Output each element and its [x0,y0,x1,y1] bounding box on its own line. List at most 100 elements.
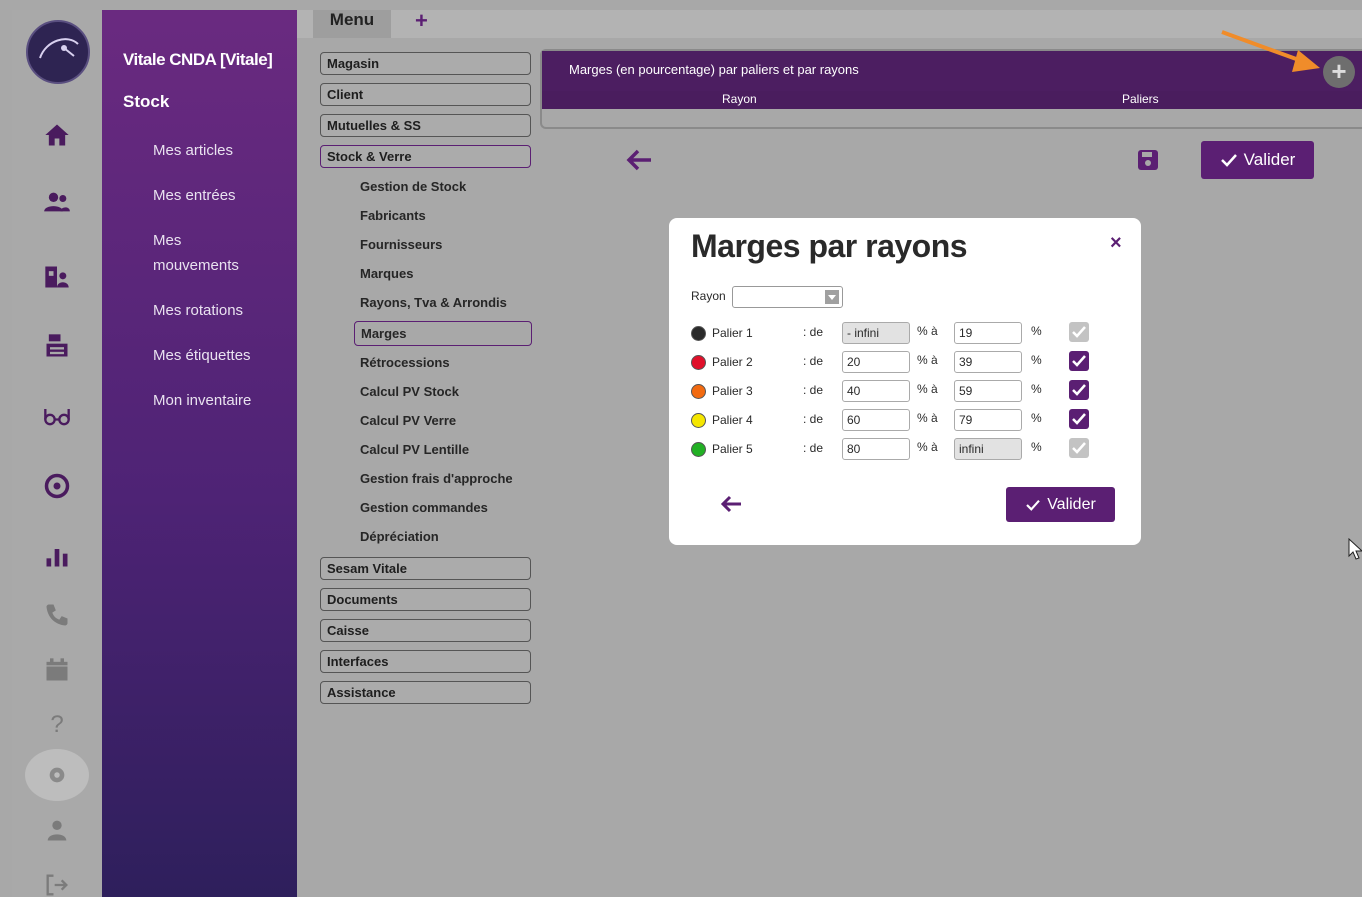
add-tab-button[interactable]: + [415,10,428,32]
menu-assistance[interactable]: Assistance [320,681,531,704]
menu-stock-verre[interactable]: Stock & Verre [320,145,531,168]
de-label: : de [803,383,824,397]
icon-rail: ? [12,10,102,897]
help-icon[interactable]: ? [37,705,77,745]
valider-label: Valider [1243,150,1296,169]
palier-to-input: infini [954,438,1022,460]
users-icon[interactable] [37,182,77,222]
store-title: Vitale CNDA [Vitale] [123,50,273,69]
chart-icon[interactable] [37,536,77,576]
palier-name: Palier 2 [712,355,753,369]
palier-from-input[interactable]: 60 [842,409,910,431]
submenu-frais-approche[interactable]: Gestion frais d'approche [360,470,513,488]
section-title: Stock [123,92,170,111]
percent-label: % [1031,324,1042,338]
submenu-fabricants[interactable]: Fabricants [360,207,426,225]
col-rayon: Rayon [722,92,757,106]
marges-modal: Marges par rayons × Rayon Palier 1: de - … [669,218,1141,545]
percent-label: % [1031,440,1042,454]
palier-from-input: - infini [842,322,910,344]
phone-icon[interactable] [37,595,77,635]
de-label: : de [803,325,824,339]
modal-valider-label: Valider [1047,495,1096,513]
submenu-calcul-pv-verre[interactable]: Calcul PV Verre [360,412,456,430]
modal-back-arrow-icon[interactable] [719,494,743,519]
percent-label: % [1031,353,1042,367]
side-nav: Vitale CNDA [Vitale] Stock Mes articles … [102,10,297,897]
logout-icon[interactable] [37,865,77,897]
nav-item-mouvements[interactable]: Mes mouvements [153,228,253,278]
menu-interfaces[interactable]: Interfaces [320,650,531,673]
submenu-marques[interactable]: Marques [360,265,413,283]
save-icon[interactable] [1136,148,1160,177]
calendar-icon[interactable] [37,650,77,690]
rayon-select[interactable] [732,286,843,308]
palier-color-dot [691,355,706,370]
palier-to-input[interactable]: 19 [954,322,1022,344]
submenu-marges[interactable]: Marges [354,321,532,346]
patient-icon[interactable] [37,257,77,297]
palier-name: Palier 3 [712,384,753,398]
eye-icon[interactable] [37,466,77,506]
nav-item-articles[interactable]: Mes articles [153,138,283,163]
palier-checkbox[interactable] [1069,409,1089,429]
percent-label: % [1031,411,1042,425]
close-icon[interactable]: × [1110,232,1122,255]
palier-to-input[interactable]: 79 [954,409,1022,431]
palier-checkbox[interactable] [1069,351,1089,371]
mouse-cursor-icon [1348,538,1362,560]
palier-checkbox [1069,322,1089,342]
a-label: % à [917,440,938,454]
palier-to-input[interactable]: 59 [954,380,1022,402]
menu-magasin[interactable]: Magasin [320,52,531,75]
panel-columns: Rayon Paliers [542,91,1362,109]
submenu-gestion-stock[interactable]: Gestion de Stock [360,178,466,196]
palier-color-dot [691,384,706,399]
de-label: : de [803,412,824,426]
palier-from-input[interactable]: 80 [842,438,910,460]
palier-from-input[interactable]: 40 [842,380,910,402]
percent-label: % [1031,382,1042,396]
palier-from-input[interactable]: 20 [842,351,910,373]
submenu-calcul-pv-stock[interactable]: Calcul PV Stock [360,383,459,401]
menu-client[interactable]: Client [320,83,531,106]
app-logo[interactable] [26,20,90,84]
rayon-label: Rayon [691,289,726,303]
tab-menu[interactable]: Menu [313,10,391,38]
nav-item-entrees[interactable]: Mes entrées [153,183,283,208]
palier-row: Palier 5: de 80 % à infini% [691,438,1121,460]
palier-checkbox[interactable] [1069,380,1089,400]
modal-title: Marges par rayons [691,228,968,264]
palier-color-dot [691,442,706,457]
nav-item-etiquettes[interactable]: Mes étiquettes [153,343,283,368]
user-icon[interactable] [37,810,77,850]
valider-button[interactable]: Valider [1201,141,1314,179]
home-icon[interactable] [37,115,77,155]
palier-row: Palier 3 : de 40 % à 59% [691,380,1121,402]
menu-sesam-vitale[interactable]: Sesam Vitale [320,557,531,580]
a-label: % à [917,353,938,367]
submenu-retrocessions[interactable]: Rétrocessions [360,354,450,372]
settings-icon[interactable] [25,749,89,801]
cash-register-icon[interactable] [37,326,77,366]
modal-valider-button[interactable]: Valider [1006,487,1115,522]
nav-item-rotations[interactable]: Mes rotations [153,298,283,323]
submenu-depreciation[interactable]: Dépréciation [360,528,439,546]
submenu-fournisseurs[interactable]: Fournisseurs [360,236,442,254]
check-icon [1220,154,1237,167]
a-label: % à [917,382,938,396]
nav-item-inventaire[interactable]: Mon inventaire [153,388,283,413]
annotation-arrow-icon [1221,30,1320,72]
menu-caisse[interactable]: Caisse [320,619,531,642]
check-icon [1026,499,1040,511]
palier-to-input[interactable]: 39 [954,351,1022,373]
submenu-calcul-pv-lentille[interactable]: Calcul PV Lentille [360,441,469,459]
menu-documents[interactable]: Documents [320,588,531,611]
tab-bar: Menu + [297,10,1362,38]
submenu-rayons[interactable]: Rayons, Tva & Arrondis [360,294,507,312]
back-arrow-icon[interactable] [625,148,653,177]
glasses-icon[interactable] [37,396,77,436]
submenu-gestion-commandes[interactable]: Gestion commandes [360,499,488,517]
menu-mutuelles[interactable]: Mutuelles & SS [320,114,531,137]
col-paliers: Paliers [1122,92,1159,106]
